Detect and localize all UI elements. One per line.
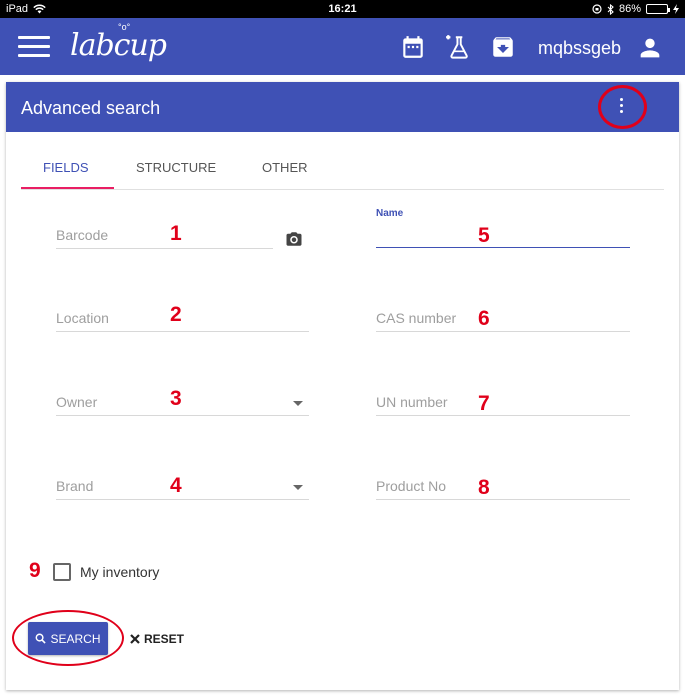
name-label: Name bbox=[376, 208, 404, 219]
name-field[interactable] bbox=[376, 220, 630, 248]
app-bar: °o° labcup mqbssgeb bbox=[0, 18, 685, 75]
brand-dropdown-icon bbox=[293, 485, 303, 490]
annotation-circle-menu bbox=[598, 85, 647, 129]
un-number-field[interactable]: UN number bbox=[376, 388, 630, 416]
search-icon bbox=[36, 633, 47, 644]
marker-6: 6 bbox=[478, 307, 490, 330]
marker-9: 9 bbox=[29, 559, 41, 582]
marker-4: 4 bbox=[170, 474, 182, 497]
app-logo: labcup bbox=[70, 28, 167, 63]
my-inventory-checkbox[interactable] bbox=[53, 563, 71, 581]
status-bar: iPad 16:21 86% bbox=[0, 0, 685, 18]
close-icon bbox=[130, 634, 140, 644]
marker-5: 5 bbox=[478, 224, 490, 247]
card-header: Advanced search bbox=[6, 82, 679, 132]
username[interactable]: mqbssgeb bbox=[538, 38, 621, 59]
marker-7: 7 bbox=[478, 392, 490, 415]
marker-3: 3 bbox=[170, 387, 182, 410]
brand-placeholder: Brand bbox=[56, 478, 94, 494]
reset-button-label: RESET bbox=[144, 632, 185, 646]
marker-2: 2 bbox=[170, 303, 182, 326]
battery-icon bbox=[646, 4, 670, 14]
status-time: 16:21 bbox=[328, 3, 357, 15]
barcode-field[interactable]: Barcode bbox=[56, 221, 273, 249]
product-no-field[interactable]: Product No bbox=[376, 472, 630, 500]
location-field[interactable]: Location bbox=[56, 304, 309, 332]
menu-icon[interactable] bbox=[18, 36, 50, 58]
tab-other[interactable]: OTHER bbox=[262, 160, 308, 175]
cas-number-placeholder: CAS number bbox=[376, 310, 457, 326]
owner-placeholder: Owner bbox=[56, 394, 98, 410]
card-title: Advanced search bbox=[21, 98, 161, 118]
brand-select[interactable]: Brand bbox=[56, 472, 309, 500]
person-icon[interactable] bbox=[636, 34, 664, 62]
owner-dropdown-icon bbox=[293, 401, 303, 406]
camera-icon[interactable] bbox=[284, 230, 304, 248]
charging-icon bbox=[673, 4, 679, 14]
status-right: 86% bbox=[592, 3, 679, 15]
tab-fields[interactable]: FIELDS bbox=[43, 160, 89, 175]
barcode-placeholder: Barcode bbox=[56, 227, 109, 243]
marker-8: 8 bbox=[478, 476, 490, 499]
tab-structure[interactable]: STRUCTURE bbox=[136, 160, 216, 175]
calendar-icon[interactable] bbox=[400, 34, 426, 60]
owner-select[interactable]: Owner bbox=[56, 388, 309, 416]
bluetooth-icon bbox=[607, 3, 614, 15]
tab-bar: FIELDS STRUCTURE OTHER bbox=[21, 150, 664, 190]
search-button-label: SEARCH bbox=[50, 631, 101, 646]
un-number-placeholder: UN number bbox=[376, 394, 448, 410]
advanced-search-card: Advanced search FIELDS STRUCTURE OTHER B… bbox=[6, 82, 679, 690]
marker-1: 1 bbox=[170, 222, 182, 245]
location-placeholder: Location bbox=[56, 310, 109, 326]
reset-button[interactable]: RESET bbox=[130, 627, 184, 651]
search-button[interactable]: SEARCH bbox=[28, 622, 108, 655]
battery-percent: 86% bbox=[618, 3, 641, 15]
cas-number-field[interactable]: CAS number bbox=[376, 304, 630, 332]
tab-indicator bbox=[21, 187, 114, 189]
orientation-lock-icon bbox=[592, 4, 602, 14]
flask-plus-icon[interactable] bbox=[445, 34, 471, 60]
my-inventory-label[interactable]: My inventory bbox=[80, 564, 159, 580]
product-no-placeholder: Product No bbox=[376, 478, 447, 494]
download-box-icon[interactable] bbox=[490, 34, 516, 60]
